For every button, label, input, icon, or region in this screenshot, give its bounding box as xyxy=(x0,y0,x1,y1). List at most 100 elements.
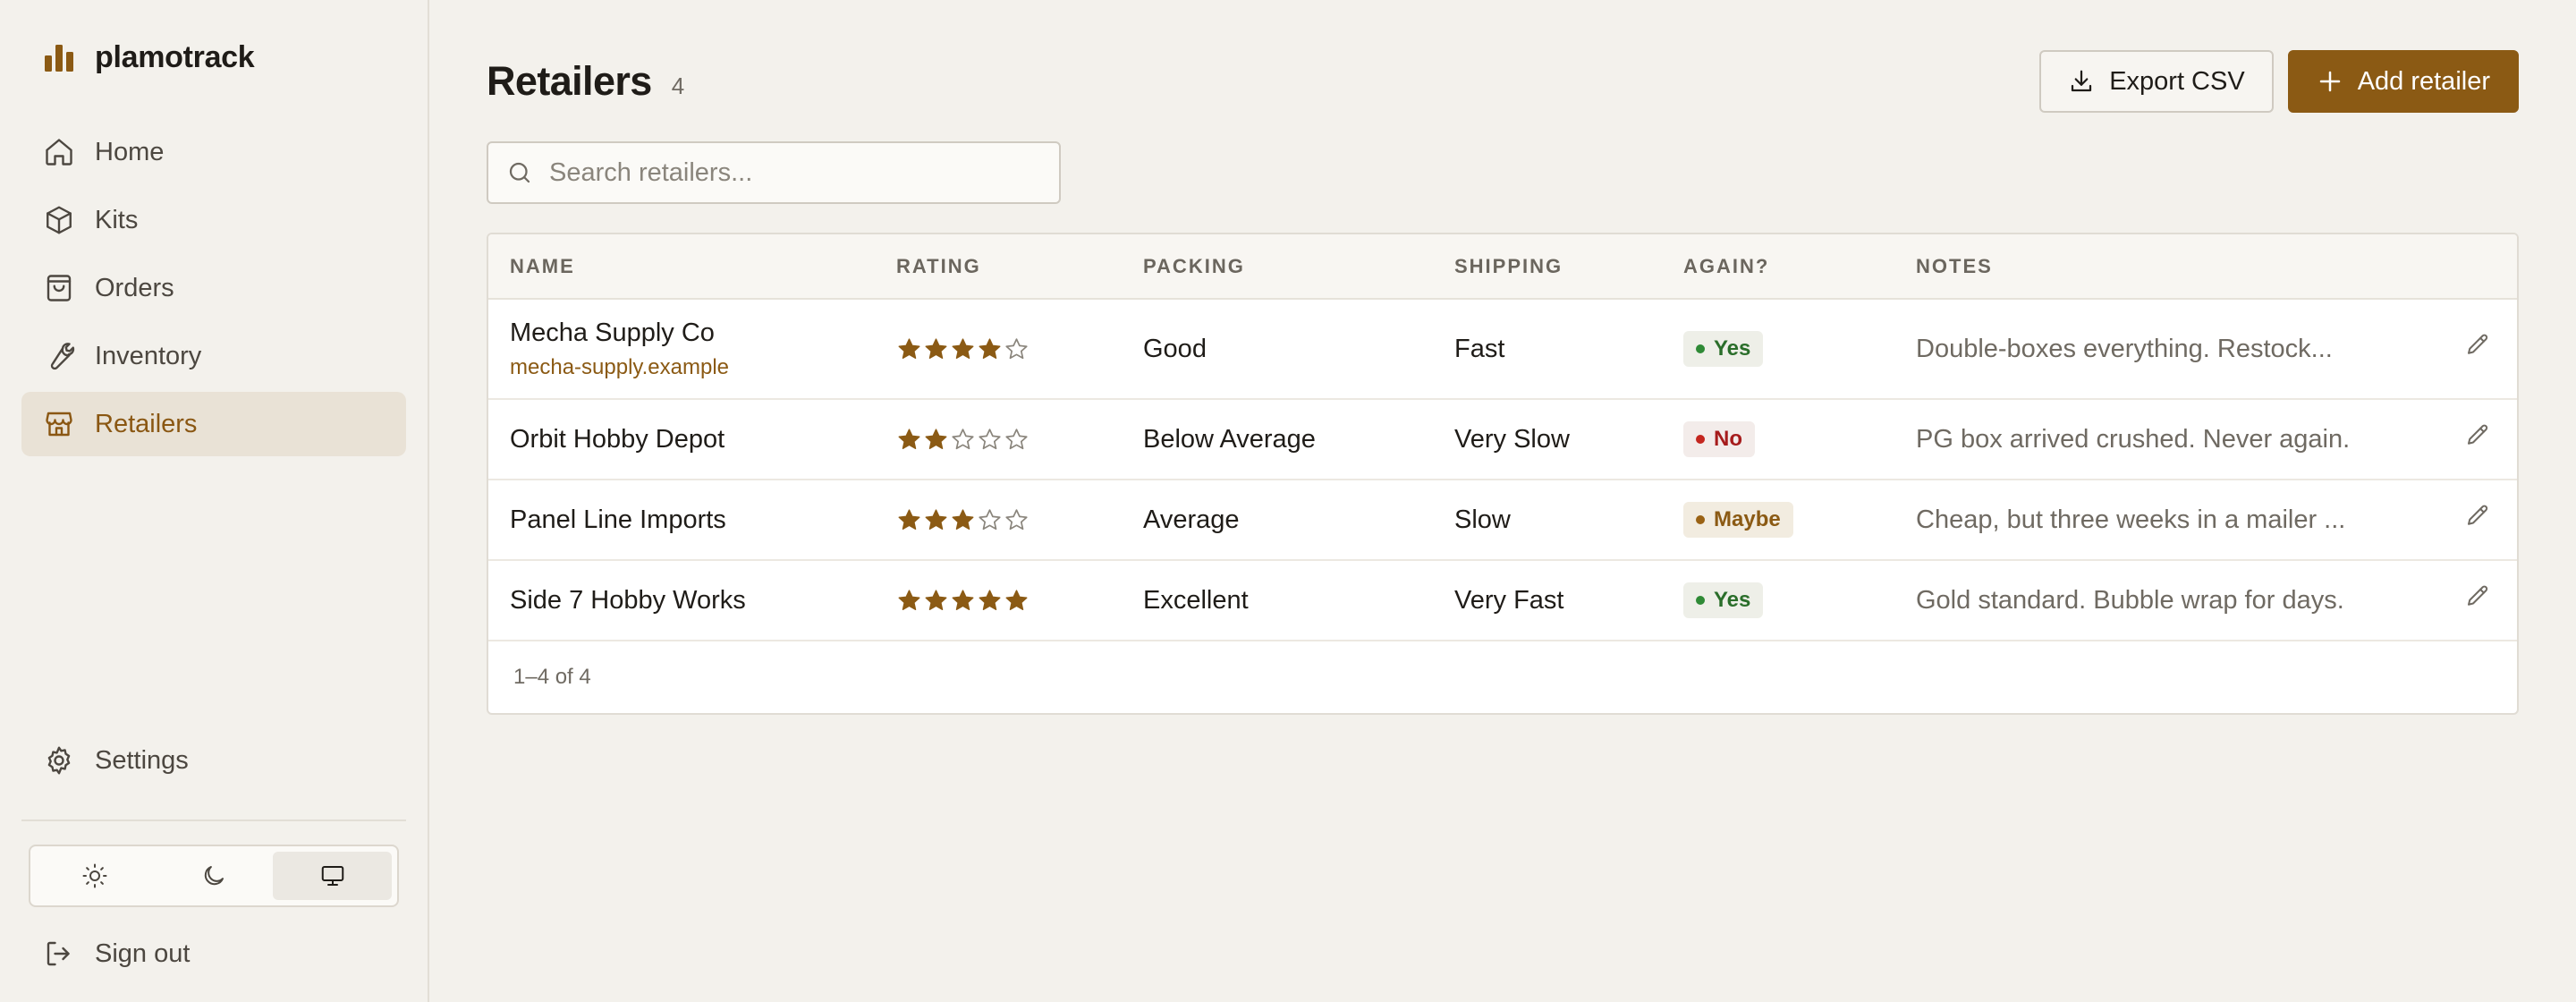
notes-value: Double-boxes everything. Restock... xyxy=(1916,299,2435,400)
theme-switcher xyxy=(29,845,399,907)
star-rating xyxy=(896,336,1143,362)
retailer-name[interactable]: Orbit Hobby Depot xyxy=(510,425,896,454)
status-dot xyxy=(1696,515,1705,524)
sidebar-item-settings[interactable]: Settings xyxy=(21,728,406,793)
star-rating xyxy=(896,507,1143,533)
add-retailer-button[interactable]: Add retailer xyxy=(2287,50,2519,113)
sidebar-item-inventory[interactable]: Inventory xyxy=(21,324,406,388)
export-csv-button[interactable]: Export CSV xyxy=(2039,50,2274,113)
star-empty-icon xyxy=(979,508,1001,530)
column-header-again[interactable]: AGAIN? xyxy=(1683,234,1916,300)
retailer-name[interactable]: Side 7 Hobby Works xyxy=(510,586,896,616)
star-filled-icon xyxy=(925,589,947,610)
header-actions: Export CSV Add retailer xyxy=(2039,50,2519,113)
status-badge: Yes xyxy=(1683,331,1764,367)
sidebar-item-label: Retailers xyxy=(95,409,198,438)
shipping-value: Very Slow xyxy=(1454,399,1683,480)
status-badge-label: No xyxy=(1714,427,1742,451)
wrench-icon xyxy=(50,343,75,370)
star-empty-icon xyxy=(1005,337,1028,359)
sidebar-item-label: Inventory xyxy=(95,341,202,370)
table-row[interactable]: Side 7 Hobby Works Excellent Very Fast Y… xyxy=(488,560,2517,641)
status-dot xyxy=(1696,435,1705,444)
moon-icon xyxy=(204,866,224,886)
packing-value: Good xyxy=(1143,299,1454,400)
sidebar-item-label: Home xyxy=(95,137,165,166)
sign-out-label: Sign out xyxy=(95,938,191,968)
star-filled-icon xyxy=(925,428,947,449)
download-icon xyxy=(2072,70,2092,92)
star-filled-icon xyxy=(898,508,920,530)
box-icon xyxy=(47,206,72,234)
retailer-url[interactable]: mecha-supply.example xyxy=(510,355,896,380)
star-filled-icon xyxy=(1005,589,1028,610)
monitor-icon xyxy=(321,866,343,886)
status-badge-label: Yes xyxy=(1714,588,1751,612)
notes-value: Cheap, but three weeks in a mailer ... xyxy=(1916,480,2435,561)
star-filled-icon xyxy=(898,589,920,610)
sidebar-item-label: Orders xyxy=(95,273,174,302)
notes-value: Gold standard. Bubble wrap for days. xyxy=(1916,560,2435,641)
store-icon xyxy=(46,412,72,437)
status-dot xyxy=(1696,344,1705,353)
star-empty-icon xyxy=(979,428,1001,449)
search-input[interactable] xyxy=(549,157,1050,188)
star-filled-icon xyxy=(952,337,974,359)
edit-pencil-icon[interactable] xyxy=(2464,503,2491,530)
sidebar-item-home[interactable]: Home xyxy=(21,120,406,184)
column-header-shipping[interactable]: SHIPPING xyxy=(1454,234,1683,300)
brand-name: plamotrack xyxy=(95,39,255,74)
plus-icon xyxy=(2319,71,2340,92)
search-icon xyxy=(509,162,530,183)
star-filled-icon xyxy=(979,589,1001,610)
column-header-actions xyxy=(2435,234,2517,300)
shipping-value: Slow xyxy=(1454,480,1683,561)
packing-value: Excellent xyxy=(1143,560,1454,641)
edit-pencil-icon[interactable] xyxy=(2464,422,2491,449)
retailer-name[interactable]: Mecha Supply Co xyxy=(510,318,896,348)
search-box xyxy=(487,141,1061,204)
page-title: Retailers xyxy=(487,58,652,104)
sign-out-button[interactable]: Sign out xyxy=(21,921,406,986)
theme-system-button[interactable] xyxy=(273,852,393,900)
star-filled-icon xyxy=(898,428,920,449)
export-csv-label: Export CSV xyxy=(2109,66,2245,96)
column-header-packing[interactable]: PACKING xyxy=(1143,234,1454,300)
table-row[interactable]: Orbit Hobby Depot Below Average Very Slo… xyxy=(488,399,2517,480)
sidebar-item-kits[interactable]: Kits xyxy=(21,188,406,252)
pagination-summary: 1–4 of 4 xyxy=(513,665,591,689)
status-badge: Maybe xyxy=(1683,502,1793,538)
sidebar-item-orders[interactable]: Orders xyxy=(21,256,406,320)
theme-light-button[interactable] xyxy=(36,852,155,900)
main-content: Retailers 4 Export CSV Add retailer Sear… xyxy=(429,0,2576,1002)
packing-value: Average xyxy=(1143,480,1454,561)
gear-icon xyxy=(47,746,71,775)
bar-chart-logo-icon xyxy=(45,45,73,72)
theme-dark-button[interactable] xyxy=(155,852,274,900)
sidebar: plamotrack Home Kits Orders Inventory Re… xyxy=(0,0,429,1002)
edit-pencil-icon[interactable] xyxy=(2464,332,2491,359)
sidebar-item-retailers[interactable]: Retailers xyxy=(21,392,406,456)
table-header-row: NAME RATING PACKING SHIPPING AGAIN? NOTE… xyxy=(488,234,2517,300)
column-header-name[interactable]: NAME xyxy=(488,234,896,300)
brand[interactable]: plamotrack xyxy=(21,29,406,86)
star-empty-icon xyxy=(1005,508,1028,530)
column-header-rating[interactable]: RATING xyxy=(896,234,1143,300)
column-header-notes[interactable]: NOTES xyxy=(1916,234,2435,300)
status-badge: Yes xyxy=(1683,582,1764,618)
edit-pencil-icon[interactable] xyxy=(2464,583,2491,610)
star-rating xyxy=(896,588,1143,614)
star-filled-icon xyxy=(925,337,947,359)
retailer-name[interactable]: Panel Line Imports xyxy=(510,505,896,535)
star-filled-icon xyxy=(898,337,920,359)
packing-value: Below Average xyxy=(1143,399,1454,480)
shopping-bag-icon xyxy=(47,275,72,301)
table-row[interactable]: Mecha Supply Co mecha-supply.example Goo… xyxy=(488,299,2517,400)
sidebar-footer: Settings Sign out xyxy=(21,728,406,986)
status-badge-label: Yes xyxy=(1714,336,1751,361)
star-filled-icon xyxy=(952,589,974,610)
page-header: Retailers 4 Export CSV Add retailer xyxy=(487,50,2519,113)
table-row[interactable]: Panel Line Imports Average Slow Maybe Ch… xyxy=(488,480,2517,561)
star-filled-icon xyxy=(952,508,974,530)
home-icon xyxy=(46,139,72,166)
